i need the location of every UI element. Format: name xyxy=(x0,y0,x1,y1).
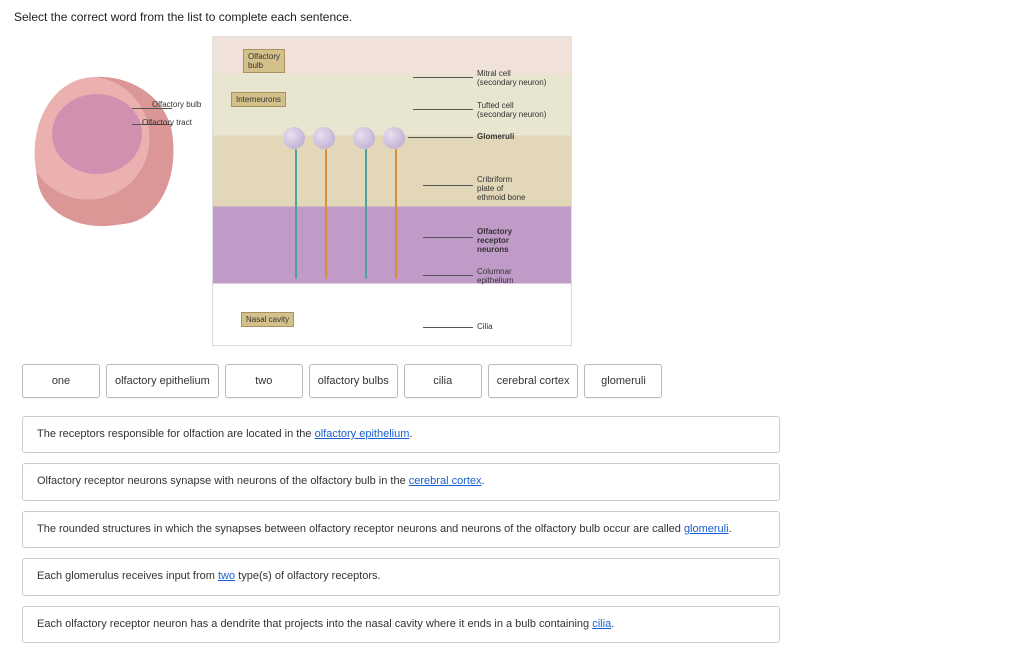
sentence-text: The receptors responsible for olfaction … xyxy=(37,428,315,440)
label-columnar-epithelium: Columnar epithelium xyxy=(477,267,513,285)
glomerulus-graphic xyxy=(313,127,335,149)
sentence-text: . xyxy=(409,428,412,440)
sentence-text: type(s) of olfactory receptors. xyxy=(235,570,381,582)
axon-graphic xyxy=(395,149,397,279)
leader-line xyxy=(413,109,473,110)
label-mitral-cell: Mitral cell (secondary neuron) xyxy=(477,69,546,87)
label-olfactory-tract: Olfactory tract xyxy=(142,118,192,127)
word-tile-olfactory-epithelium[interactable]: olfactory epithelium xyxy=(106,364,219,398)
glomerulus-graphic xyxy=(353,127,375,149)
sentence-5[interactable]: Each olfactory receptor neuron has a den… xyxy=(22,606,780,643)
leader-line xyxy=(413,77,473,78)
label-olfactory-receptor-neurons: Olfactory receptor neurons xyxy=(477,227,512,255)
sentence-text: Each glomerulus receives input from xyxy=(37,570,218,582)
instruction-text: Select the correct word from the list to… xyxy=(14,10,1010,24)
sentence-text: . xyxy=(482,475,485,487)
sentence-1[interactable]: The receptors responsible for olfaction … xyxy=(22,416,780,453)
sentence-answer-slot[interactable]: cerebral cortex xyxy=(409,475,482,487)
sentence-answer-slot[interactable]: two xyxy=(218,570,235,582)
sentence-2[interactable]: Olfactory receptor neurons synapse with … xyxy=(22,463,780,500)
sentence-text: . xyxy=(611,618,614,630)
sentence-list: The receptors responsible for olfaction … xyxy=(22,416,1010,643)
leader-line xyxy=(423,327,473,328)
word-tile-two[interactable]: two xyxy=(225,364,303,398)
sentence-text: Olfactory receptor neurons synapse with … xyxy=(37,475,409,487)
axon-graphic xyxy=(325,149,327,279)
sentence-text: Each olfactory receptor neuron has a den… xyxy=(37,618,592,630)
label-tufted-cell: Tufted cell (secondary neuron) xyxy=(477,101,546,119)
sentence-4[interactable]: Each glomerulus receives input from two … xyxy=(22,558,780,595)
word-tile-olfactory-bulbs[interactable]: olfactory bulbs xyxy=(309,364,398,398)
figure-row: Olfactory bulb Olfactory tract Olfactory… xyxy=(24,36,1010,346)
sentence-text: The rounded structures in which the syna… xyxy=(37,523,684,535)
sentence-3[interactable]: The rounded structures in which the syna… xyxy=(22,511,780,548)
leader-line xyxy=(423,237,473,238)
figure-olfactory-detail: Olfactory bulb Interneurons Nasal cavity… xyxy=(212,36,572,346)
leader-line xyxy=(423,275,473,276)
sentence-text: . xyxy=(729,523,732,535)
label-glomeruli: Glomeruli xyxy=(477,132,514,141)
chip-nasal-cavity: Nasal cavity xyxy=(241,312,294,327)
word-tile-cilia[interactable]: cilia xyxy=(404,364,482,398)
glomerulus-graphic xyxy=(283,127,305,149)
word-tile-one[interactable]: one xyxy=(22,364,100,398)
word-bank: one olfactory epithelium two olfactory b… xyxy=(22,364,1010,398)
nose-inner xyxy=(52,94,142,174)
axon-graphic xyxy=(295,149,297,279)
leader-line xyxy=(423,185,473,186)
label-olfactory-bulb: Olfactory bulb xyxy=(152,100,201,109)
sentence-answer-slot[interactable]: cilia xyxy=(592,618,611,630)
chip-interneurons: Interneurons xyxy=(231,92,286,107)
sentence-answer-slot[interactable]: glomeruli xyxy=(684,523,729,535)
axon-graphic xyxy=(365,149,367,279)
glomerulus-graphic xyxy=(383,127,405,149)
label-cilia: Cilia xyxy=(477,322,493,331)
word-tile-cerebral-cortex[interactable]: cerebral cortex xyxy=(488,364,579,398)
sentence-answer-slot[interactable]: olfactory epithelium xyxy=(315,428,410,440)
label-cribriform-plate: Cribriform plate of ethmoid bone xyxy=(477,175,525,203)
leader-line xyxy=(408,137,473,138)
chip-olfactory-bulb: Olfactory bulb xyxy=(243,49,285,73)
figure-nose-sagittal: Olfactory bulb Olfactory tract xyxy=(24,66,204,246)
word-tile-glomeruli[interactable]: glomeruli xyxy=(584,364,662,398)
